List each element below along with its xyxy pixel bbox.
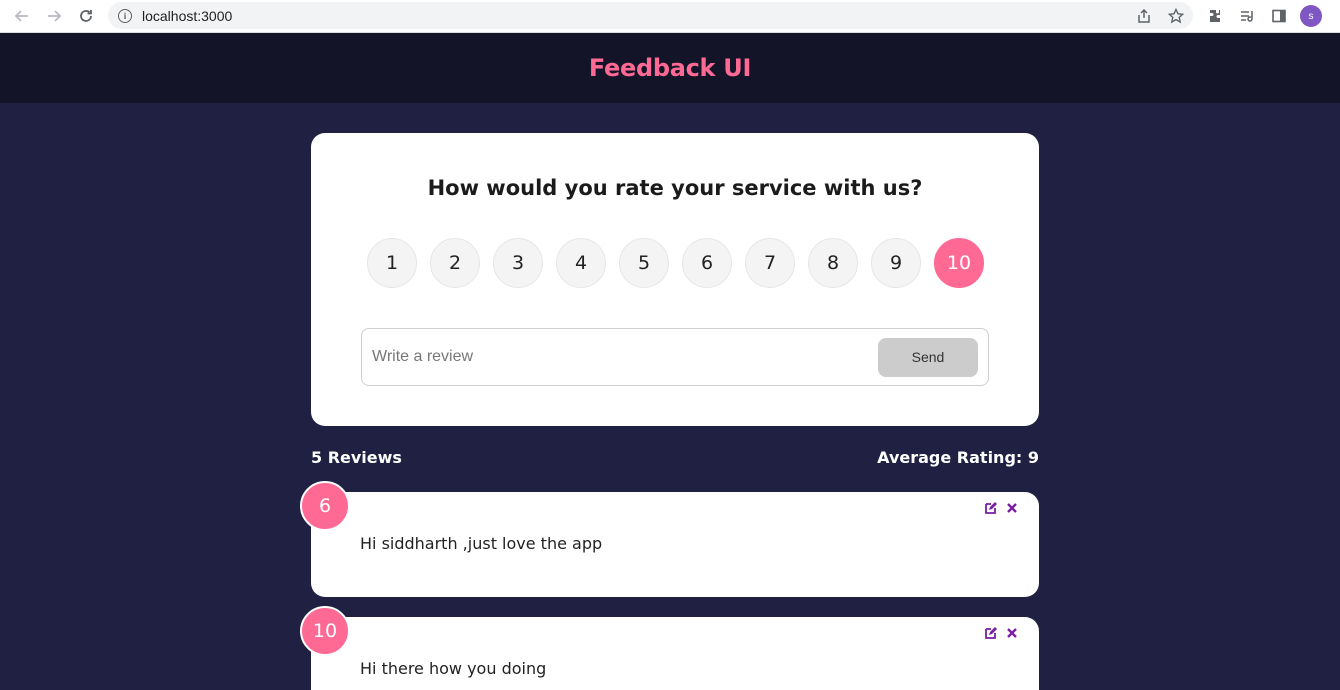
rating-option-7[interactable]: 7 — [745, 238, 795, 288]
rating-option-3[interactable]: 3 — [493, 238, 543, 288]
forward-arrow-icon[interactable] — [38, 2, 70, 30]
rating-option-9[interactable]: 9 — [871, 238, 921, 288]
profile-avatar[interactable]: s — [1300, 5, 1322, 27]
delete-icon[interactable] — [1005, 626, 1019, 640]
average-rating: Average Rating: 9 — [877, 448, 1039, 467]
feedback-text: Hi siddharth ,just love the app — [360, 534, 603, 553]
feedback-rating-badge: 6 — [300, 481, 350, 531]
url-text: localhost:3000 — [142, 7, 233, 24]
delete-icon[interactable] — [1005, 501, 1019, 515]
send-button[interactable]: Send — [878, 337, 978, 377]
rating-question: How would you rate your service with us? — [427, 176, 923, 200]
share-icon[interactable] — [1133, 5, 1155, 27]
review-form: Send — [361, 328, 989, 386]
feedback-text: Hi there how you doing — [360, 659, 547, 678]
media-queue-icon[interactable] — [1236, 5, 1258, 27]
feedback-item: 10 Hi there how you doing — [300, 606, 1039, 690]
review-input[interactable] — [362, 329, 878, 385]
address-bar[interactable]: i localhost:3000 — [108, 2, 1193, 29]
rating-card: How would you rate your service with us?… — [311, 133, 1039, 426]
review-count: 5 Reviews — [311, 448, 402, 467]
feedback-rating-badge: 10 — [300, 606, 350, 656]
feedback-item: 6 Hi siddharth ,just love the app — [300, 481, 1039, 597]
rating-option-2[interactable]: 2 — [430, 238, 480, 288]
rating-option-6[interactable]: 6 — [682, 238, 732, 288]
rating-option-4[interactable]: 4 — [556, 238, 606, 288]
back-arrow-icon[interactable] — [6, 2, 38, 30]
app-header: Feedback UI — [0, 33, 1340, 103]
rating-option-1[interactable]: 1 — [367, 238, 417, 288]
rating-option-10[interactable]: 10 — [934, 238, 984, 288]
rating-option-5[interactable]: 5 — [619, 238, 669, 288]
rating-options: 1 2 3 4 5 6 7 8 9 10 — [367, 238, 984, 288]
site-info-icon[interactable]: i — [118, 8, 132, 23]
rating-option-8[interactable]: 8 — [808, 238, 858, 288]
extensions-icon[interactable] — [1204, 5, 1226, 27]
reload-icon[interactable] — [70, 2, 102, 30]
edit-icon[interactable] — [984, 626, 998, 640]
bookmark-star-icon[interactable] — [1165, 5, 1187, 27]
side-panel-icon[interactable] — [1268, 5, 1290, 27]
app-title: Feedback UI — [588, 54, 752, 82]
browser-toolbar: i localhost:3000 s — [0, 0, 1340, 33]
edit-icon[interactable] — [984, 501, 998, 515]
